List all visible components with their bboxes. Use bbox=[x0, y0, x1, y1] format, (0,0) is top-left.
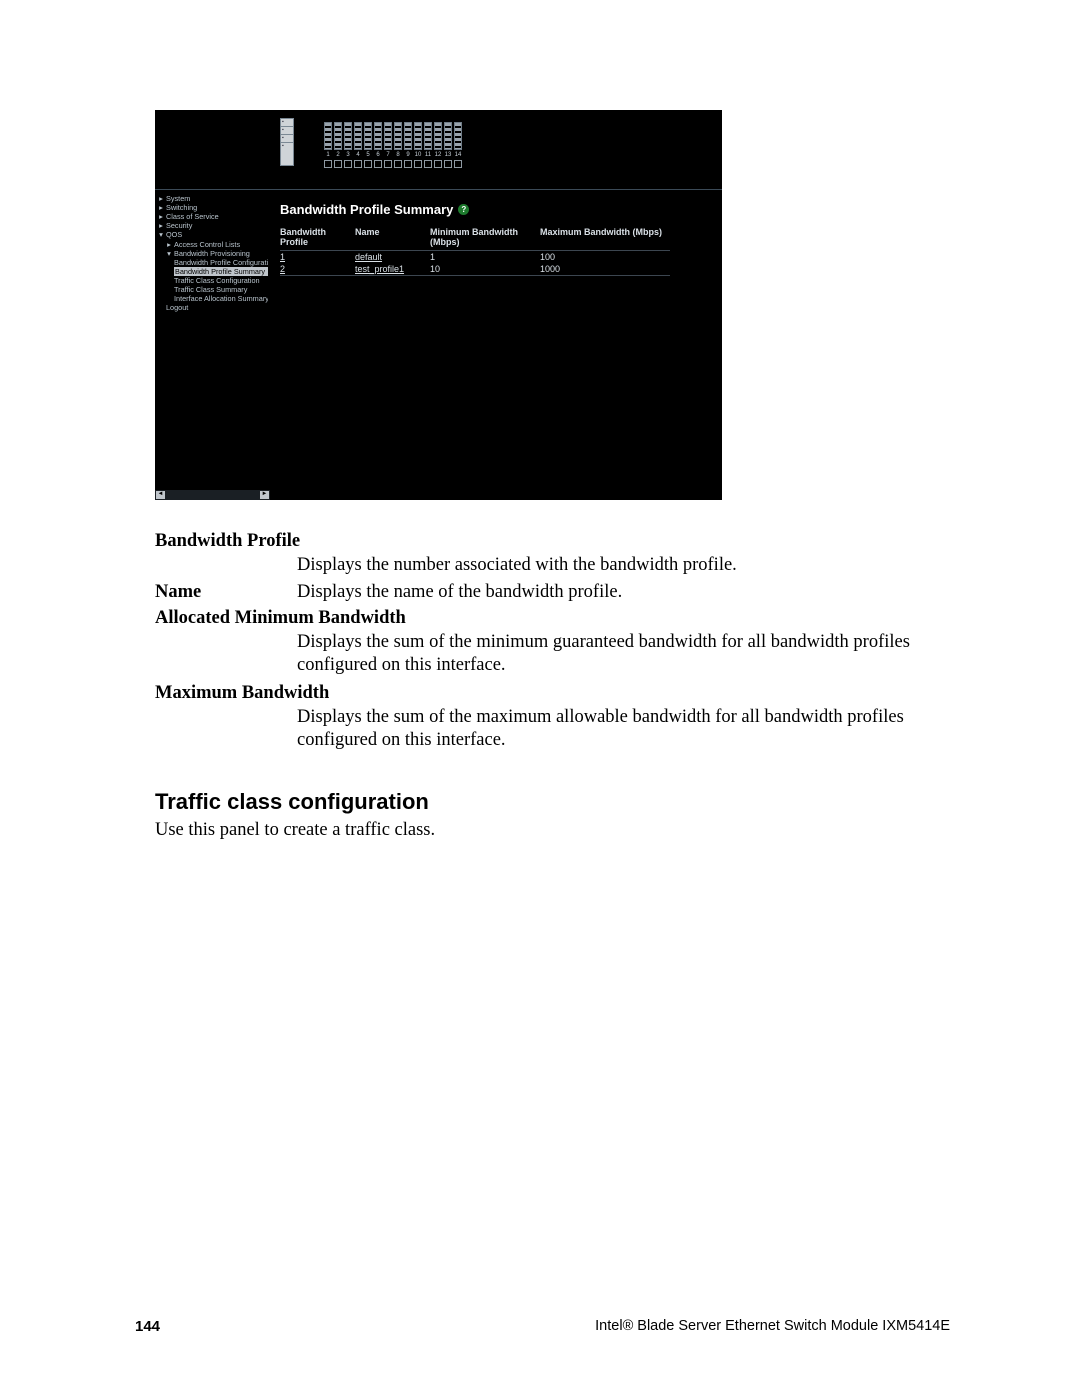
col-header-bandwidth-profile: Bandwidth Profile bbox=[280, 227, 355, 251]
col-header-max-bandwidth: Maximum Bandwidth (Mbps) bbox=[540, 227, 670, 251]
section-body: Use this panel to create a traffic class… bbox=[155, 819, 950, 843]
content-panel: Bandwidth Profile Summary ? Bandwidth Pr… bbox=[270, 190, 722, 500]
field-definition: Displays the sum of the maximum allowabl… bbox=[155, 706, 950, 753]
embedded-ui-screenshot: ▪▪▪▪ 1 2 3 4 5 6 7 8 9 10 11 bbox=[155, 110, 722, 500]
field-term: Maximum Bandwidth bbox=[155, 682, 950, 706]
triangle-right-icon: ▸ bbox=[158, 203, 164, 212]
port-11: 11 bbox=[424, 122, 432, 168]
nav-item-class-of-service[interactable]: ▸Class of Service bbox=[158, 212, 268, 221]
field-term: Name bbox=[155, 581, 297, 605]
port-8: 8 bbox=[394, 122, 402, 168]
device-port-diagram: ▪▪▪▪ 1 2 3 4 5 6 7 8 9 10 11 bbox=[155, 110, 722, 190]
nav-item-bandwidth-profile-configuration[interactable]: Bandwidth Profile Configuration bbox=[158, 258, 268, 267]
footer-text: Intel® Blade Server Ethernet Switch Modu… bbox=[595, 1318, 950, 1335]
help-icon[interactable]: ? bbox=[458, 204, 469, 215]
scroll-left-button[interactable]: ◄ bbox=[156, 491, 165, 499]
page-number: 144 bbox=[135, 1318, 160, 1335]
nav-item-qos[interactable]: ▾QOS bbox=[158, 230, 268, 239]
port-10: 10 bbox=[414, 122, 422, 168]
port-row: 1 2 3 4 5 6 7 8 9 10 11 12 13 14 bbox=[324, 122, 462, 168]
port-12: 12 bbox=[434, 122, 442, 168]
table-cell-profile[interactable]: 1 bbox=[280, 251, 355, 263]
scroll-right-button[interactable]: ► bbox=[260, 491, 269, 499]
nav-item-system[interactable]: ▸System bbox=[158, 194, 268, 203]
page-footer: 144 Intel® Blade Server Ethernet Switch … bbox=[135, 1318, 950, 1335]
port-3: 3 bbox=[344, 122, 352, 168]
field-definition: Displays the name of the bandwidth profi… bbox=[297, 581, 950, 605]
triangle-right-icon: ▸ bbox=[158, 221, 164, 230]
triangle-right-icon: ▸ bbox=[158, 212, 164, 221]
panel-title-text: Bandwidth Profile Summary bbox=[280, 202, 453, 217]
field-allocated-minimum-bandwidth: Allocated Minimum Bandwidth Displays the… bbox=[155, 607, 950, 678]
nav-item-logout[interactable]: Logout bbox=[158, 303, 268, 312]
nav-item-access-control-lists[interactable]: ▸Access Control Lists bbox=[158, 240, 268, 249]
nav-item-security[interactable]: ▸Security bbox=[158, 221, 268, 230]
port-4: 4 bbox=[354, 122, 362, 168]
nav-item-switching[interactable]: ▸Switching bbox=[158, 203, 268, 212]
switch-module-icon: ▪▪▪▪ bbox=[280, 118, 294, 166]
triangle-left-icon: ◄ bbox=[158, 491, 164, 499]
port-2: 2 bbox=[334, 122, 342, 168]
port-14: 14 bbox=[454, 122, 462, 168]
col-header-min-bandwidth: Minimum Bandwidth (Mbps) bbox=[430, 227, 540, 251]
table-cell-min: 1 bbox=[430, 251, 540, 263]
port-9: 9 bbox=[404, 122, 412, 168]
triangle-right-icon: ▸ bbox=[166, 240, 172, 249]
panel-title: Bandwidth Profile Summary ? bbox=[280, 202, 712, 217]
nav-item-traffic-class-summary[interactable]: Traffic Class Summary bbox=[158, 285, 268, 294]
col-header-name: Name bbox=[355, 227, 430, 251]
nav-item-bandwidth-profile-summary[interactable]: Bandwidth Profile Summary bbox=[158, 267, 268, 276]
nav-item-interface-allocation-summary[interactable]: Interface Allocation Summary bbox=[158, 294, 268, 303]
field-term: Bandwidth Profile bbox=[155, 530, 950, 554]
triangle-right-icon: ▸ bbox=[158, 194, 164, 203]
section-heading-traffic-class-configuration: Traffic class configuration bbox=[155, 789, 950, 815]
triangle-down-icon: ▾ bbox=[166, 249, 172, 258]
table-cell-profile[interactable]: 2 bbox=[280, 263, 355, 276]
port-6: 6 bbox=[374, 122, 382, 168]
table-cell-min: 10 bbox=[430, 263, 540, 276]
field-definition: Displays the number associated with the … bbox=[155, 554, 950, 578]
port-5: 5 bbox=[364, 122, 372, 168]
field-name: Name Displays the name of the bandwidth … bbox=[155, 581, 950, 605]
table-cell-name[interactable]: default bbox=[355, 251, 430, 263]
bandwidth-profile-table: Bandwidth Profile Name Minimum Bandwidth… bbox=[280, 227, 712, 276]
table-cell-max: 1000 bbox=[540, 263, 670, 276]
field-term: Allocated Minimum Bandwidth bbox=[155, 607, 950, 631]
nav-item-traffic-class-configuration[interactable]: Traffic Class Configuration bbox=[158, 276, 268, 285]
field-bandwidth-profile: Bandwidth Profile Displays the number as… bbox=[155, 530, 950, 577]
triangle-down-icon: ▾ bbox=[158, 230, 164, 239]
port-13: 13 bbox=[444, 122, 452, 168]
nav-item-bandwidth-provisioning[interactable]: ▾Bandwidth Provisioning bbox=[158, 249, 268, 258]
field-definition: Displays the sum of the minimum guarante… bbox=[155, 631, 950, 678]
nav-horizontal-scrollbar[interactable]: ◄ ► bbox=[155, 490, 270, 500]
nav-tree: ▸System ▸Switching ▸Class of Service ▸Se… bbox=[155, 190, 270, 500]
port-1: 1 bbox=[324, 122, 332, 168]
port-7: 7 bbox=[384, 122, 392, 168]
table-cell-name[interactable]: test_profile1 bbox=[355, 263, 430, 276]
field-definitions: Bandwidth Profile Displays the number as… bbox=[155, 530, 950, 753]
table-cell-max: 100 bbox=[540, 251, 670, 263]
field-maximum-bandwidth: Maximum Bandwidth Displays the sum of th… bbox=[155, 682, 950, 753]
triangle-right-icon: ► bbox=[262, 491, 268, 499]
